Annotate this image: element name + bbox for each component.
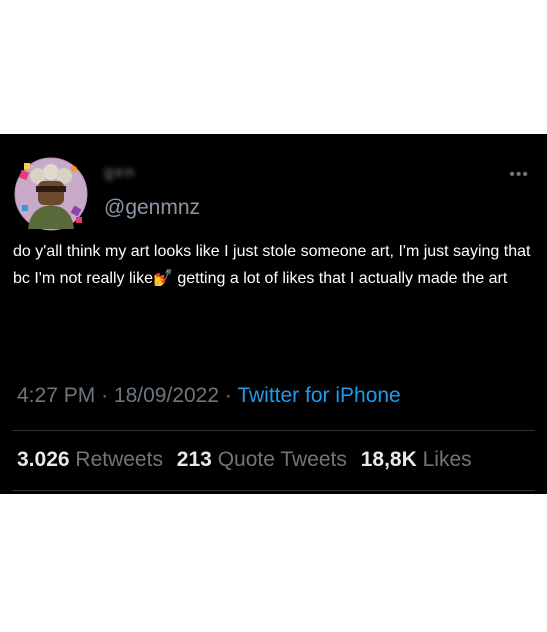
divider: [12, 490, 535, 491]
likes-label: Likes: [422, 448, 472, 471]
user-handle[interactable]: @genmnz: [104, 196, 200, 220]
likes-stat[interactable]: 18,8K Likes: [361, 448, 472, 471]
retweets-label: Retweets: [75, 448, 163, 471]
retweets-count: 3.026: [17, 448, 70, 471]
meta-separator: ·: [101, 384, 109, 407]
tweet-time[interactable]: 4:27 PM: [17, 384, 95, 407]
tweet-stats: 3.026 Retweets 213 Quote Tweets 18,8K Li…: [17, 448, 472, 472]
tweet-metadata: 4:27 PM · 18/09/2022 · Twitter for iPhon…: [17, 384, 401, 408]
quote-tweets-stat[interactable]: 213 Quote Tweets: [177, 448, 347, 471]
screenshot-page: gen @genmnz ••• do y'all think my art lo…: [0, 0, 547, 632]
quote-tweets-count: 213: [176, 448, 212, 471]
tweet-text-part2: getting a lot of likes that I actually m…: [172, 270, 508, 287]
nail-polish-emoji-icon: 💅: [153, 270, 173, 287]
tweet-date[interactable]: 18/09/2022: [114, 384, 219, 407]
quote-tweets-label: Quote Tweets: [217, 448, 347, 471]
display-name[interactable]: gen: [104, 164, 135, 186]
tweet-source-link[interactable]: Twitter for iPhone: [237, 384, 400, 407]
tweet-text: do y'all think my art looks like I just …: [13, 238, 537, 292]
more-options-icon[interactable]: •••: [509, 166, 529, 184]
likes-count: 18,8K: [360, 448, 417, 471]
tweet-card: gen @genmnz ••• do y'all think my art lo…: [0, 134, 547, 494]
retweets-stat[interactable]: 3.026 Retweets: [17, 448, 163, 471]
avatar[interactable]: [14, 157, 88, 231]
meta-separator: ·: [224, 384, 232, 407]
divider: [12, 430, 535, 431]
